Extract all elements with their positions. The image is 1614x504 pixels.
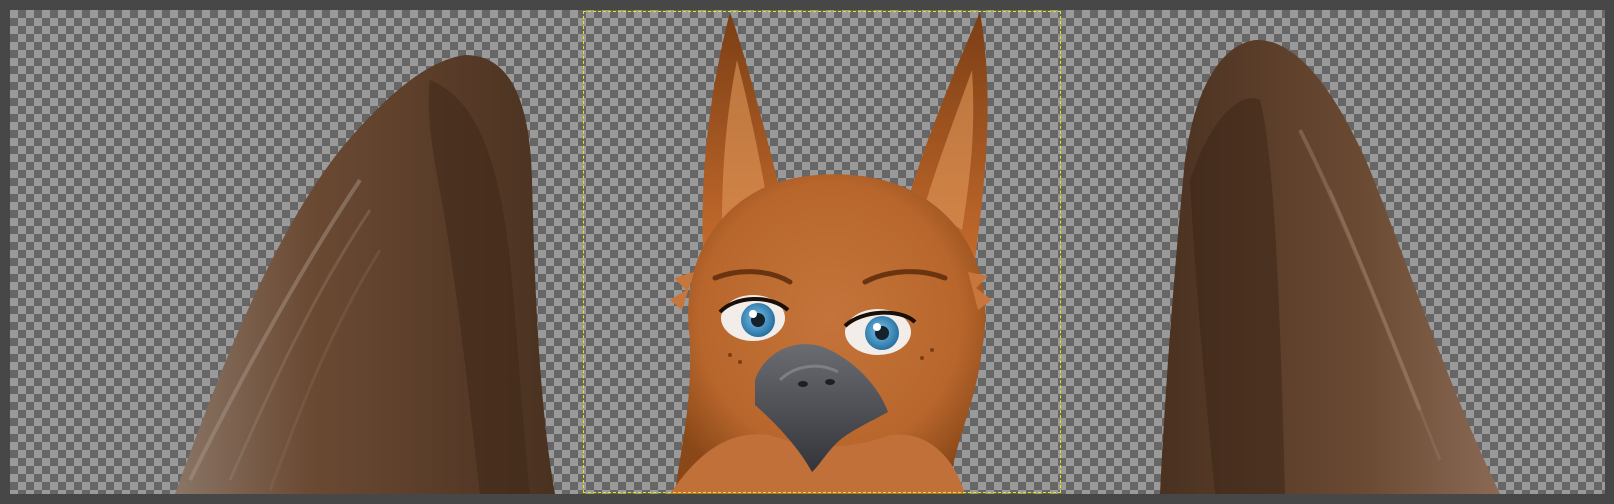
right-wing [1160, 39, 1500, 494]
artwork [175, 12, 1500, 494]
image-canvas[interactable] [10, 10, 1605, 494]
griffin-head [670, 12, 992, 494]
editor-workspace [0, 0, 1614, 504]
left-wing [175, 55, 555, 494]
